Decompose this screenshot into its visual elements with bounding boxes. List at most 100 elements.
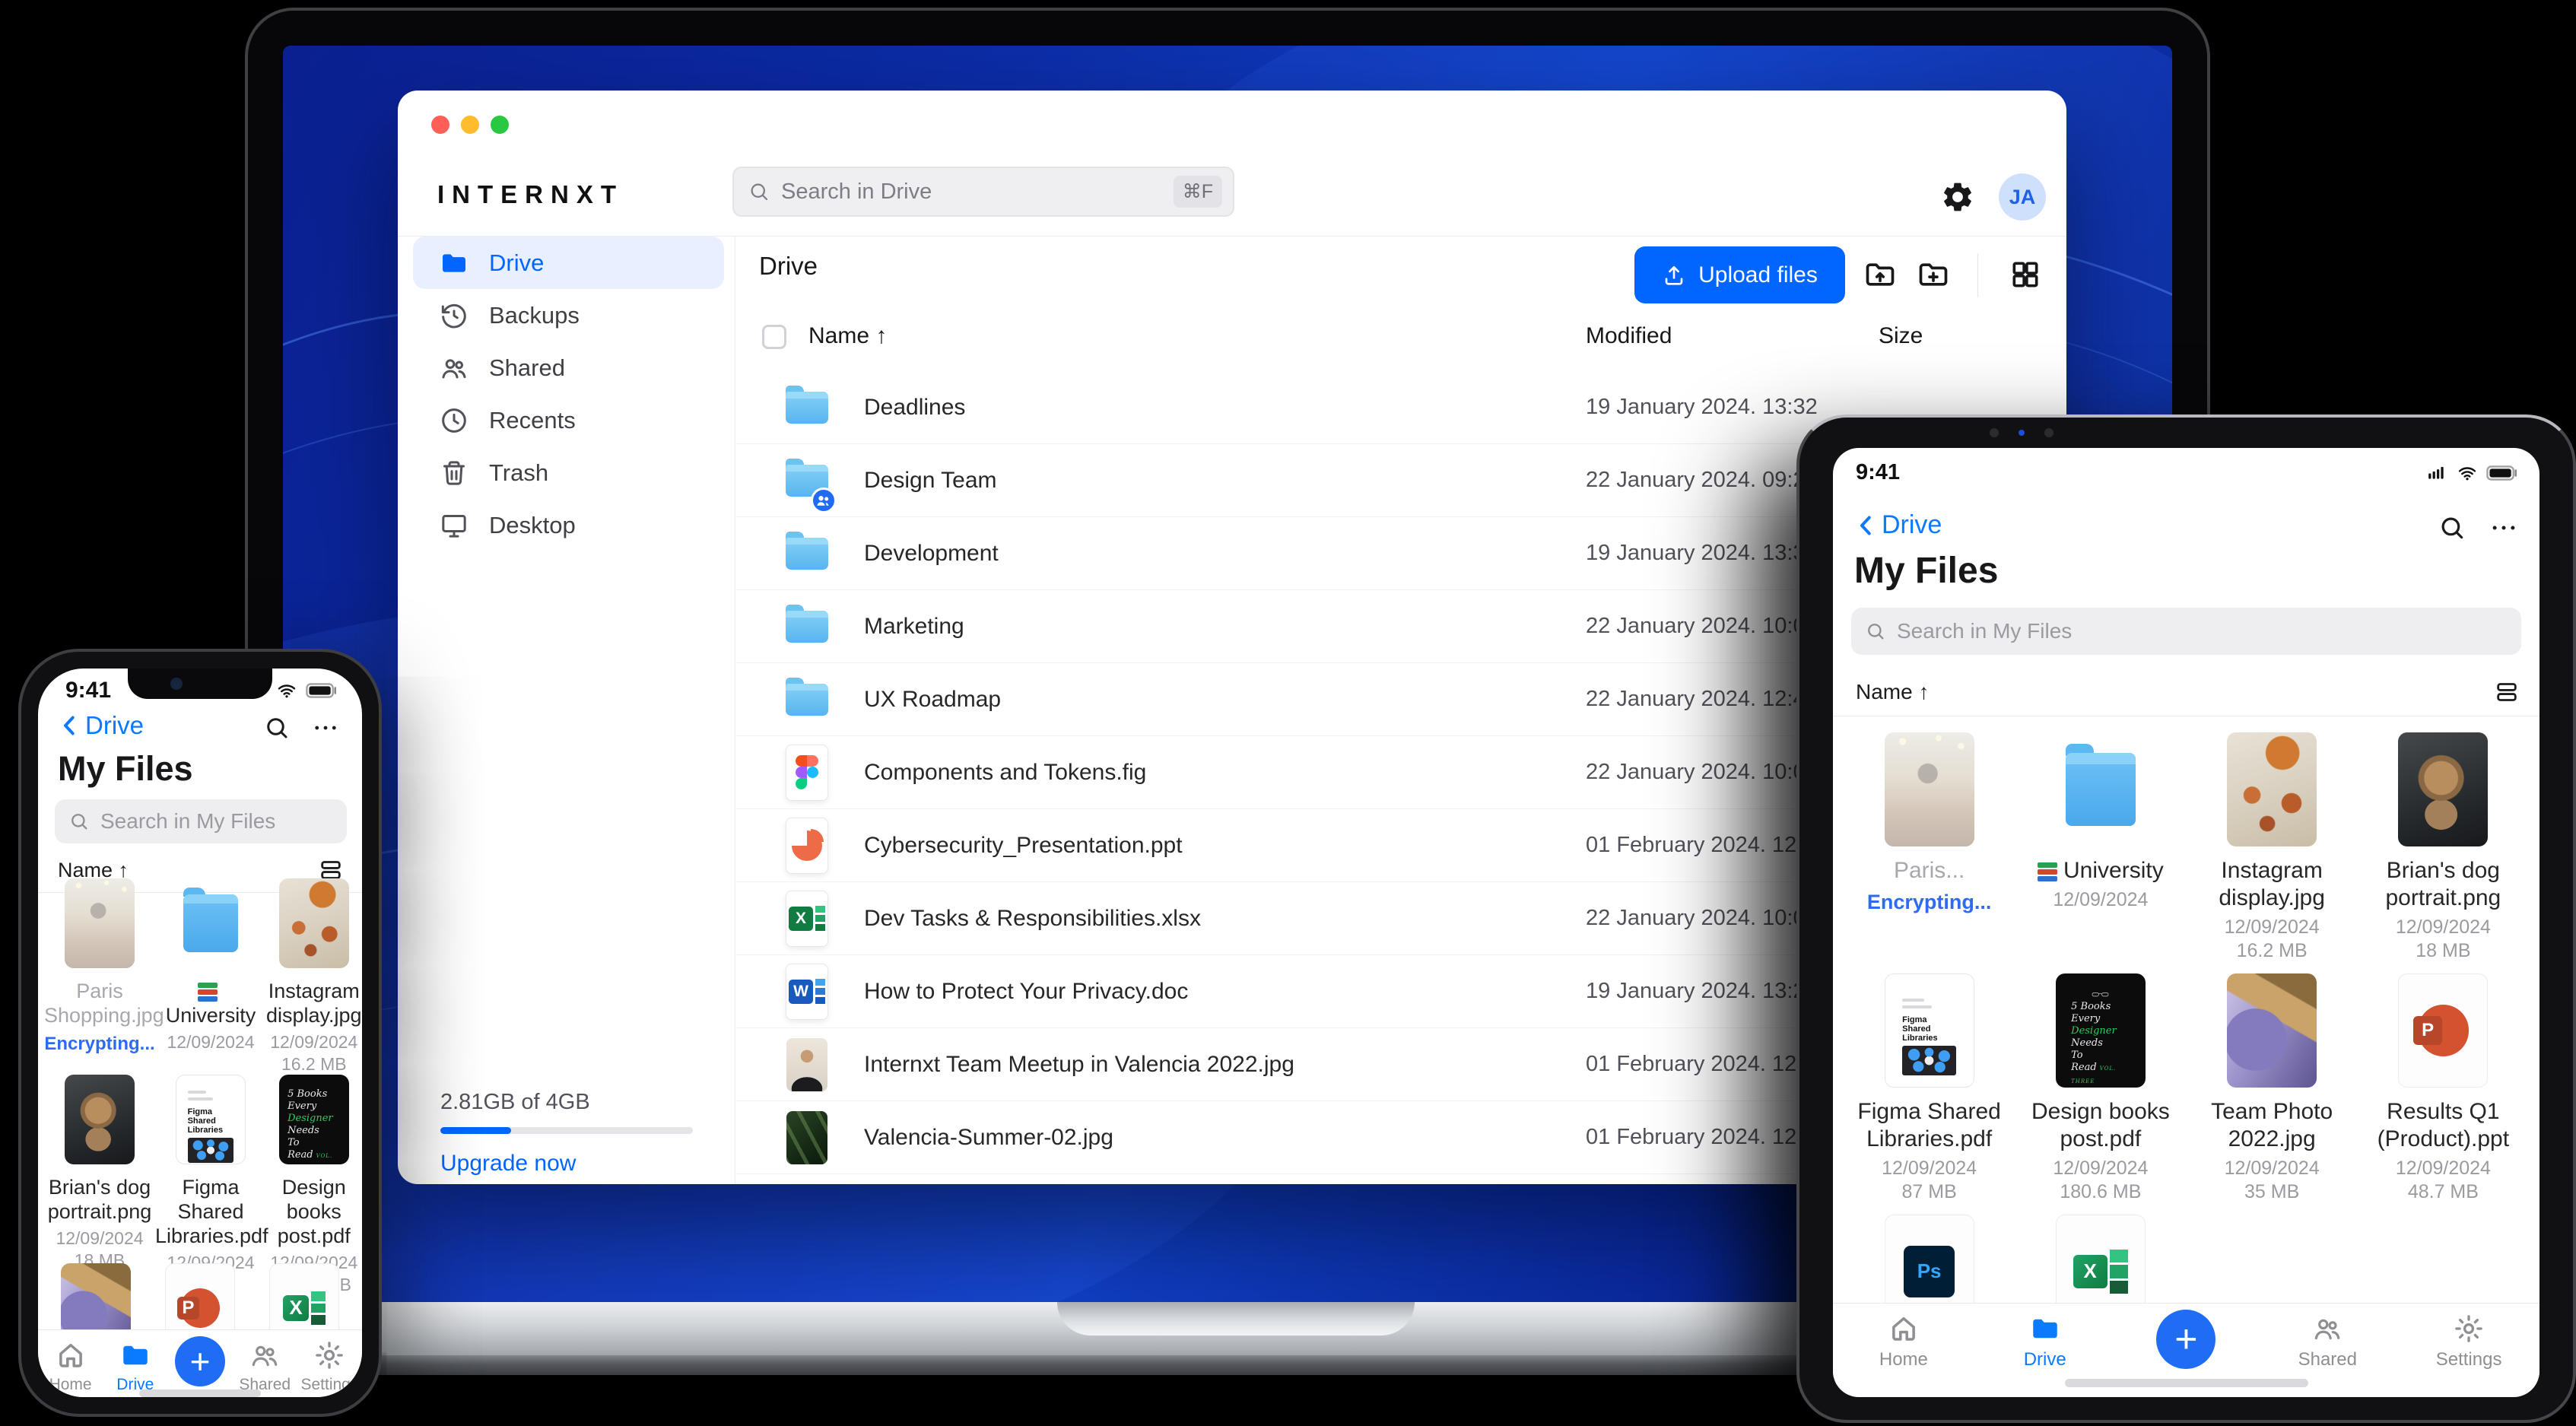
- grid-item[interactable]: University 12/09/2024: [2015, 732, 2186, 973]
- encrypting-status: Encrypting...: [1866, 891, 1992, 913]
- file-size: 48.7 MB: [2407, 1181, 2479, 1202]
- sidebar-item-shared[interactable]: Shared: [413, 341, 724, 394]
- sidebar-item-label: Drive: [489, 249, 545, 276]
- column-header-size[interactable]: Size: [1879, 323, 1923, 349]
- upgrade-now-link[interactable]: Upgrade now: [440, 1151, 693, 1177]
- drive-search-bar[interactable]: ⌘F: [732, 167, 1234, 217]
- tab-shared[interactable]: Shared: [2257, 1304, 2398, 1377]
- search-icon: [751, 183, 768, 201]
- sidebar-item-label: Recents: [489, 406, 576, 434]
- file-name: Figma Shared Libraries.pdf: [1857, 1099, 2001, 1151]
- search-icon[interactable]: [263, 714, 291, 742]
- grid-item[interactable]: Brian's dog portrait.png 12/09/2024 18 MB: [2358, 732, 2529, 973]
- back-button[interactable]: Drive: [56, 711, 144, 740]
- tab-home[interactable]: Home: [38, 1330, 103, 1397]
- sidebar-item-recents[interactable]: Recents: [413, 394, 724, 446]
- gear-icon: [2453, 1313, 2485, 1345]
- tab-shared[interactable]: Shared: [233, 1330, 297, 1397]
- table-header: Name ↑ Modified Size: [736, 319, 2066, 364]
- sidebar-item-desktop[interactable]: Desktop: [413, 499, 724, 551]
- search-input[interactable]: [781, 179, 1163, 205]
- grid-item[interactable]: Brian's dog portrait.png 12/09/2024 18 MB: [44, 1075, 155, 1295]
- tab-drive[interactable]: Drive: [103, 1330, 167, 1397]
- books-icon: [198, 983, 218, 1002]
- file-name: University: [2038, 857, 2164, 885]
- home-indicator[interactable]: [139, 1389, 261, 1397]
- file-modified-date: 01 February 2024. 12:30: [1586, 833, 1828, 857]
- sidebar-item-trash[interactable]: Trash: [413, 446, 724, 499]
- figma-file-icon: [786, 744, 828, 801]
- grid-item[interactable]: Paris Shopping.jpg Encrypting...: [44, 878, 164, 1075]
- trash-icon: [439, 458, 469, 488]
- iphone-mockup: 9:41 Drive My Files Name ↑ Paris Shoppin…: [18, 649, 382, 1417]
- grid-item[interactable]: Paris... Encrypting...: [1844, 732, 2015, 973]
- grid-item[interactable]: Instagram display.jpg 12/09/2024 16.2 MB: [266, 878, 362, 1075]
- more-options-icon[interactable]: [312, 714, 339, 742]
- grid-item[interactable]: Figma Shared Libraries Figma Shared Libra…: [155, 1075, 268, 1295]
- grid-item[interactable]: University 12/09/2024: [155, 878, 266, 1075]
- pdf-thumbnail: Figma Shared Libraries: [1884, 973, 1974, 1088]
- search-input[interactable]: [1897, 619, 2508, 643]
- file-size: 16.2 MB: [2236, 940, 2308, 961]
- column-header-name[interactable]: Name ↑: [808, 323, 887, 349]
- grid-item[interactable]: Team Photo 2022.jpg 12/09/2024 35 MB: [2187, 973, 2358, 1215]
- upload-files-label: Upload files: [1698, 262, 1818, 287]
- folder-icon: [439, 248, 469, 278]
- add-button[interactable]: +: [2116, 1304, 2257, 1377]
- new-folder-icon[interactable]: [1917, 258, 1950, 291]
- back-button[interactable]: Drive: [1853, 510, 1942, 540]
- close-window-button[interactable]: [431, 116, 449, 134]
- zoom-window-button[interactable]: [491, 116, 509, 134]
- search-icon[interactable]: [2438, 513, 2466, 542]
- list-view-icon[interactable]: [2494, 679, 2520, 705]
- file-modified-date: 19 January 2024. 13:25: [1586, 979, 1818, 1003]
- shared-badge-icon: [811, 487, 837, 513]
- tab-home[interactable]: Home: [1833, 1304, 1974, 1377]
- file-name: Cybersecurity_Presentation.ppt: [864, 832, 1183, 858]
- sort-by-name[interactable]: Name ↑: [1856, 680, 1929, 704]
- status-time: 9:41: [1856, 460, 1901, 484]
- status-time: 9:41: [65, 678, 112, 703]
- avatar[interactable]: JA: [1999, 173, 2046, 221]
- file-date: 12/09/2024: [2224, 916, 2320, 938]
- file-date: 12/09/2024: [270, 1032, 358, 1052]
- more-options-icon[interactable]: [2489, 513, 2518, 542]
- sidebar-item-label: Desktop: [489, 511, 576, 538]
- file-name: UX Roadmap: [864, 686, 1002, 712]
- folder-icon: [786, 531, 828, 570]
- folder-icon: [119, 1339, 151, 1371]
- grid-item[interactable]: 5 Books EveryDesigner NeedsTo ReadVOL. T…: [266, 1075, 362, 1295]
- grid-view-icon[interactable]: [2009, 258, 2042, 291]
- grid-item[interactable]: Figma Shared Libraries Figma Shared Libra…: [1844, 973, 2015, 1215]
- search-icon: [68, 811, 90, 832]
- grid-item[interactable]: 5 Books EveryDesigner NeedsTo ReadVOL. T…: [2015, 973, 2186, 1215]
- sidebar-item-drive[interactable]: Drive: [413, 237, 724, 289]
- home-indicator[interactable]: [2064, 1379, 2308, 1387]
- upload-files-button[interactable]: Upload files: [1634, 246, 1845, 303]
- files-search-bar[interactable]: [55, 799, 347, 843]
- tab-drive[interactable]: Drive: [1974, 1304, 2116, 1377]
- search-input[interactable]: [100, 809, 333, 834]
- add-button[interactable]: +: [167, 1330, 232, 1397]
- upload-folder-icon[interactable]: [1863, 258, 1897, 291]
- back-label: Drive: [85, 711, 145, 739]
- tab-label: Home: [49, 1376, 92, 1393]
- column-header-modified[interactable]: Modified: [1586, 323, 1672, 349]
- file-name: How to Protect Your Privacy.doc: [864, 978, 1189, 1004]
- files-search-bar[interactable]: [1851, 608, 2521, 655]
- minimize-window-button[interactable]: [461, 116, 479, 134]
- select-all-checkbox[interactable]: [762, 325, 786, 349]
- tab-settings[interactable]: Settings: [2398, 1304, 2539, 1377]
- file-name: Design Team: [864, 467, 997, 493]
- sidebar-item-backups[interactable]: Backups: [413, 289, 724, 341]
- grid-item[interactable]: P Results Q1 (Product).ppt 12/09/2024 48.7 …: [2358, 973, 2529, 1215]
- tab-settings[interactable]: Settings: [297, 1330, 362, 1397]
- monitor-icon: [439, 510, 469, 541]
- settings-gear-icon[interactable]: [1940, 179, 1975, 214]
- autumn-thumbnail: [278, 878, 349, 968]
- grid-item[interactable]: Instagram display.jpg 12/09/2024 16.2 MB: [2187, 732, 2358, 973]
- sort-row: Name ↑: [1856, 679, 2520, 705]
- battery-icon: [306, 681, 336, 700]
- dome-thumbnail: [2227, 973, 2317, 1088]
- file-modified-date: 22 January 2024. 09:29: [1586, 468, 1818, 492]
